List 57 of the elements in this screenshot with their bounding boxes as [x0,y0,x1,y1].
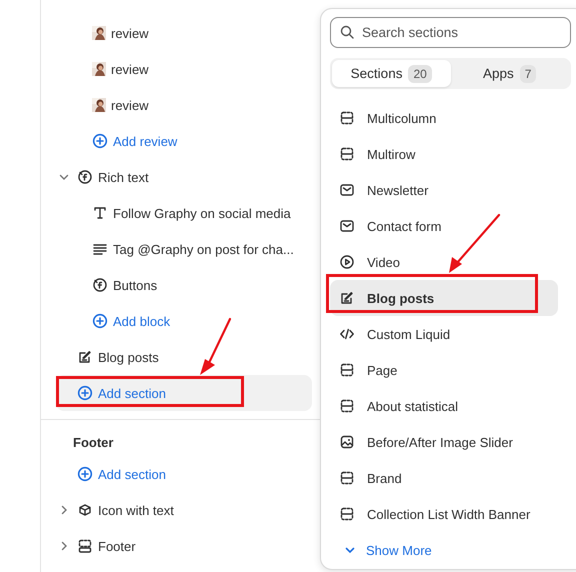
section-heading: Footer [73,434,114,452]
section-option[interactable]: Video [330,244,558,280]
tree-item[interactable]: Icon with text [56,492,312,528]
layout-icon [339,506,355,522]
annotation-arrow [449,214,500,273]
section-option[interactable]: Before/After Image Slider [330,424,558,460]
tree-item[interactable]: review [56,87,312,123]
envelope-icon [339,182,355,198]
section-option[interactable]: Newsletter [330,172,558,208]
tab[interactable]: Apps 7 [450,60,569,87]
count-badge: 7 [520,64,536,82]
tree-item[interactable]: Tag @Graphy on post for cha... [56,231,312,267]
add-link[interactable]: Add section [56,456,312,492]
tree-item[interactable]: review [56,51,312,87]
section-option[interactable]: Page [330,352,558,388]
section-option[interactable]: Contact form [330,208,558,244]
tree-item[interactable]: Footer [56,528,312,564]
add-icon [77,466,93,482]
play-icon [339,254,355,270]
section-option[interactable]: Multirow [330,136,558,172]
tree-item[interactable]: Follow Graphy on social media [56,195,312,231]
layout-icon [339,146,355,162]
section-option[interactable]: Collection List Width Banner [330,496,558,532]
tree-item[interactable]: Blog posts [56,339,312,375]
section-option[interactable]: Brand [330,460,558,496]
app-icon [77,169,93,185]
add-icon [92,133,108,149]
add-link[interactable]: Add review [56,123,312,159]
app-icon [92,277,108,293]
envelope-icon [339,218,355,234]
search-icon [339,24,355,40]
tree-item[interactable]: Buttons [56,267,312,303]
add-link[interactable]: Add block [56,303,312,339]
section-option[interactable]: About statistical [330,388,558,424]
section-option[interactable]: Multicolumn [330,100,558,136]
show-more-link[interactable]: Show More [330,532,438,568]
layout-icon [339,110,355,126]
tab[interactable]: Sections 20 [332,60,450,87]
add-icon [92,313,108,329]
code-icon [339,326,355,342]
edit-icon [339,290,355,306]
layout-icon [339,398,355,414]
section-option[interactable]: Custom Liquid [330,316,558,352]
section-option[interactable]: Blog posts [330,280,558,316]
edit-icon [77,349,93,365]
footer-icon [77,538,93,554]
text-icon [92,205,108,221]
count-badge: 20 [408,64,432,82]
tree-item[interactable]: review [56,15,312,51]
add-icon [77,385,93,401]
tree-item[interactable]: Rich text [56,159,312,195]
search-field[interactable]: Search sections [330,17,571,48]
layout-icon [339,362,355,378]
cube-icon [77,502,93,518]
layout-icon [339,470,355,486]
annotation-arrow [200,318,232,375]
image-icon [339,434,355,450]
